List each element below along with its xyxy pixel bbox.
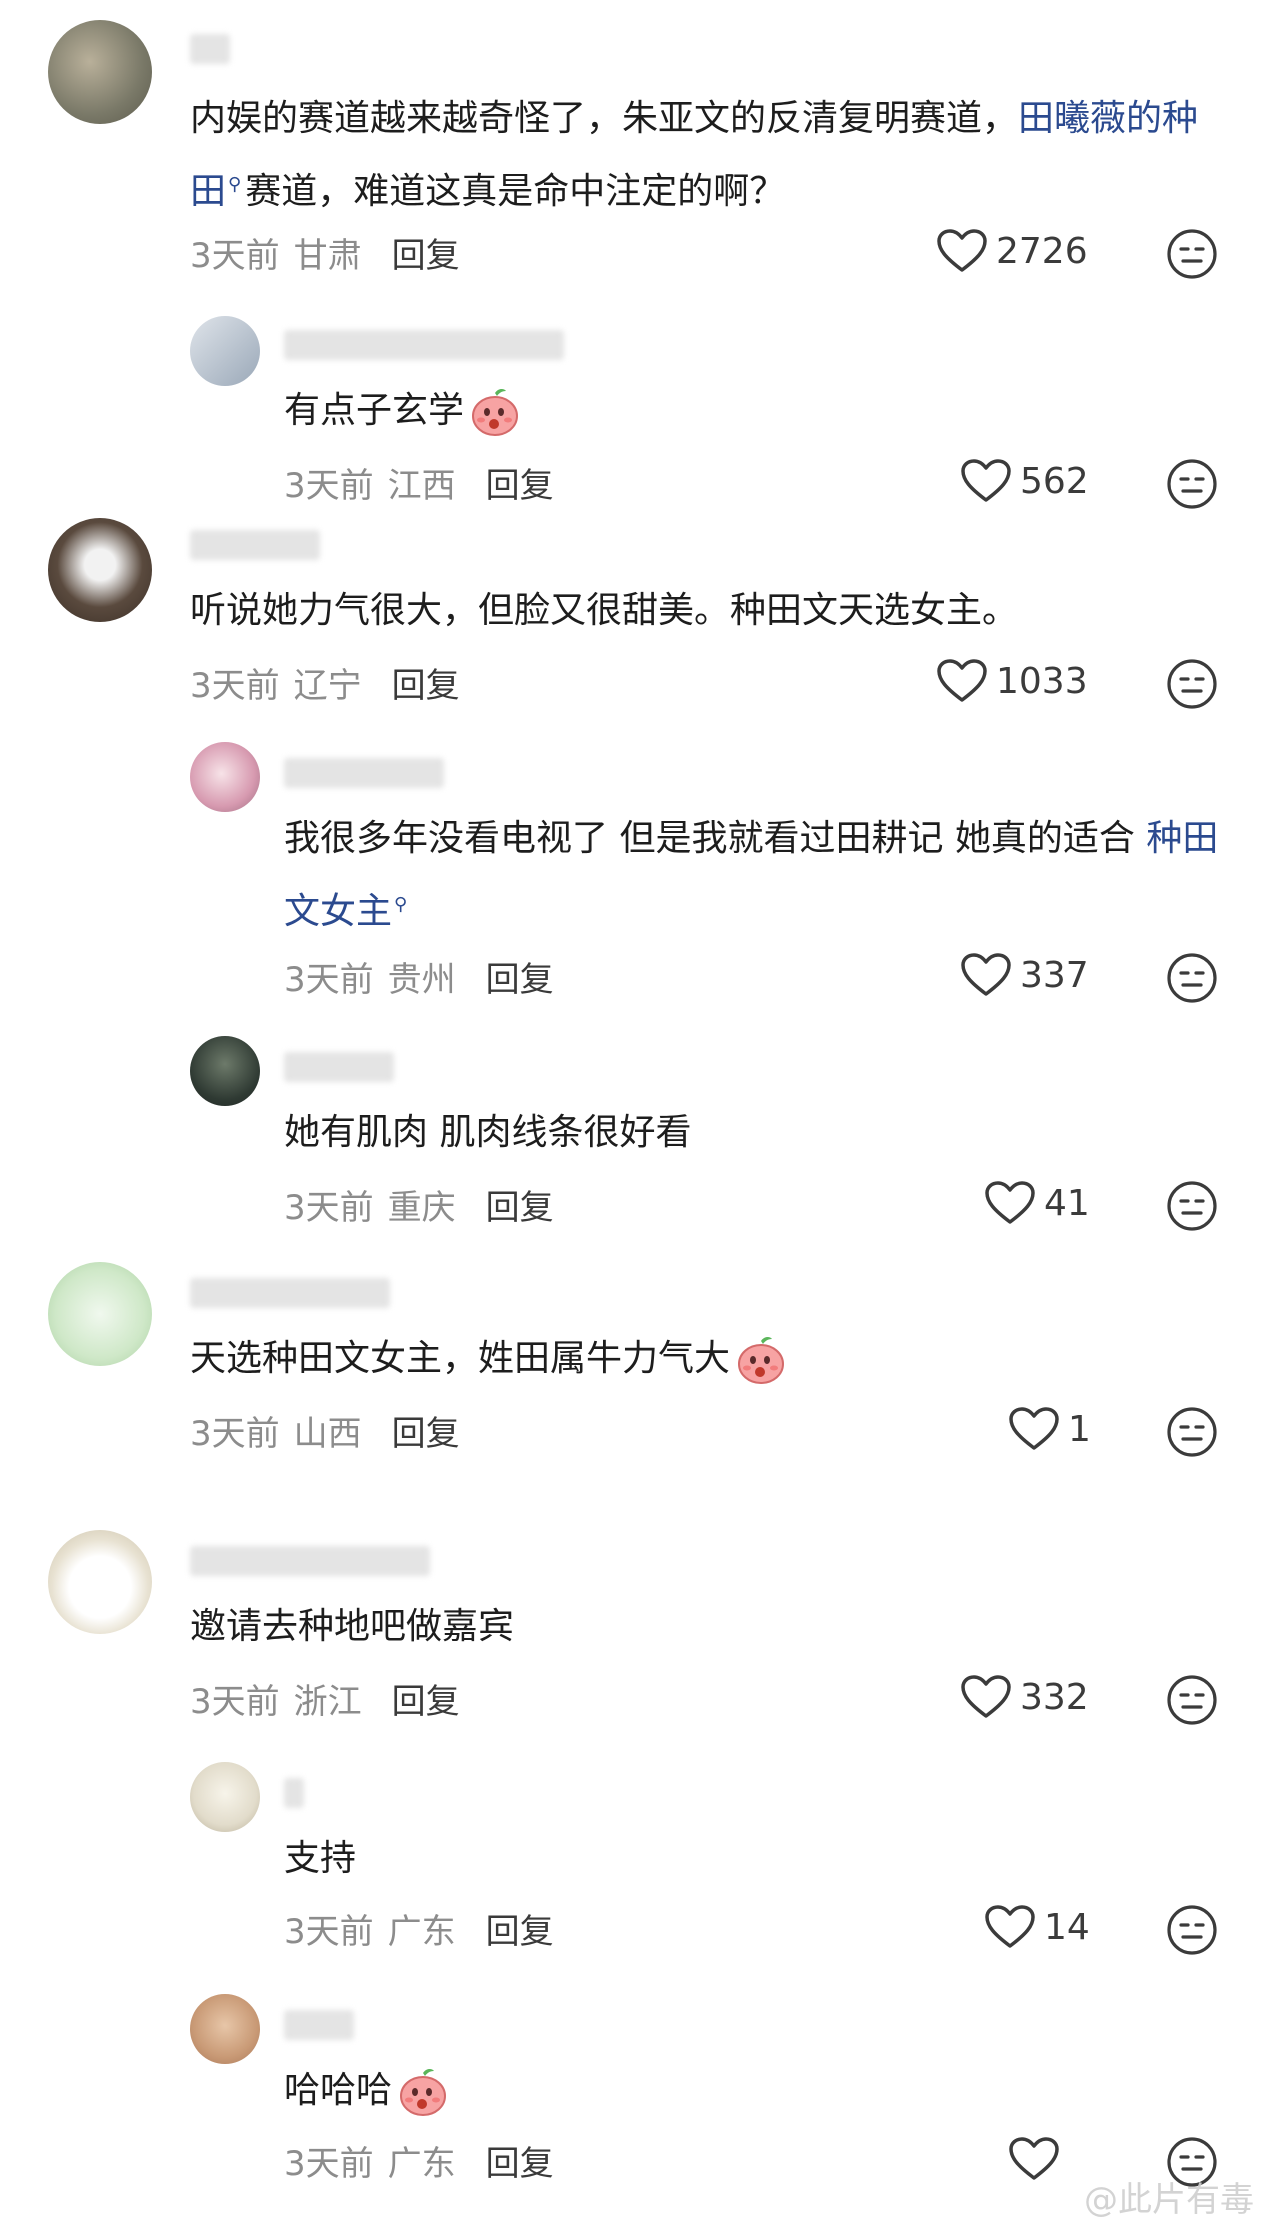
comment-meta: 3天前 辽宁 回复 — [190, 666, 460, 706]
neutral-face-icon[interactable] — [1166, 1904, 1218, 1956]
like-count: 41 — [1044, 1182, 1090, 1224]
like-button[interactable]: 1033 — [936, 658, 1088, 704]
comment-meta: 3天前 甘肃 回复 — [190, 236, 460, 276]
username[interactable] — [190, 1278, 390, 1308]
reply-button[interactable]: 回复 — [392, 666, 460, 706]
neutral-face-icon[interactable] — [1166, 1674, 1218, 1726]
reply-button[interactable]: 回复 — [486, 1188, 554, 1228]
avatar[interactable] — [190, 1762, 260, 1832]
like-count: 1 — [1068, 1408, 1091, 1450]
username[interactable] — [284, 1052, 394, 1082]
avatar[interactable] — [48, 1530, 152, 1634]
comment-meta: 3天前 贵州 回复 — [284, 960, 554, 1000]
avatar[interactable] — [48, 518, 152, 622]
like-button[interactable]: 562 — [960, 458, 1089, 504]
avatar[interactable] — [190, 316, 260, 386]
heart-outline-icon — [936, 228, 988, 274]
comment-text: 有点子玄学 — [284, 378, 1224, 444]
like-count: 14 — [1044, 1906, 1090, 1948]
like-button[interactable]: 1 — [1008, 1406, 1091, 1452]
comment-text: 我很多年没看电视了 但是我就看过田耕记 她真的适合 种田文女主 ⚲ — [284, 806, 1224, 945]
like-count: 562 — [1020, 460, 1089, 502]
like-button[interactable] — [1008, 2136, 1068, 2182]
heart-outline-icon — [1008, 1406, 1060, 1452]
avatar[interactable] — [190, 742, 260, 812]
like-button[interactable]: 337 — [960, 952, 1089, 998]
heart-outline-icon — [960, 458, 1012, 504]
avatar[interactable] — [190, 1994, 260, 2064]
like-button[interactable]: 2726 — [936, 228, 1088, 274]
username[interactable] — [284, 2010, 354, 2040]
neutral-face-icon[interactable] — [1166, 658, 1218, 710]
neutral-face-icon[interactable] — [1166, 458, 1218, 510]
heart-outline-icon — [936, 658, 988, 704]
username[interactable] — [190, 34, 230, 64]
neutral-face-icon[interactable] — [1166, 1180, 1218, 1232]
heart-outline-icon — [960, 952, 1012, 998]
reply-button[interactable]: 回复 — [486, 960, 554, 1000]
reply-button[interactable]: 回复 — [392, 1682, 460, 1722]
reply-button[interactable]: 回复 — [392, 1414, 460, 1454]
avatar[interactable] — [48, 20, 152, 124]
peach-emoji-icon — [734, 1333, 788, 1387]
comment-meta: 3天前 广东 回复 — [284, 2144, 554, 2184]
username[interactable] — [190, 530, 320, 560]
heart-outline-icon — [984, 1904, 1036, 1950]
username[interactable] — [284, 758, 444, 788]
heart-outline-icon — [1008, 2136, 1060, 2182]
like-count: 337 — [1020, 954, 1089, 996]
comment-meta: 3天前 广东 回复 — [284, 1912, 554, 1952]
comment-text: 听说她力气很大，但脸又很甜美。种田文天选女主。 — [190, 590, 1019, 631]
peach-emoji-icon — [468, 385, 522, 439]
like-count: 1033 — [996, 660, 1088, 702]
watermark: @此片有毒 — [1084, 2180, 1254, 2220]
heart-outline-icon — [960, 1674, 1012, 1720]
avatar[interactable] — [48, 1262, 152, 1366]
like-button[interactable]: 14 — [984, 1904, 1090, 1950]
comment-meta: 3天前 江西 回复 — [284, 466, 554, 506]
comment-meta: 3天前 重庆 回复 — [284, 1188, 554, 1228]
avatar[interactable] — [190, 1036, 260, 1106]
neutral-face-icon[interactable] — [1166, 1406, 1218, 1458]
reply-button[interactable]: 回复 — [486, 466, 554, 506]
neutral-face-icon[interactable] — [1166, 228, 1218, 280]
like-button[interactable]: 332 — [960, 1674, 1089, 1720]
username[interactable] — [190, 1546, 430, 1576]
search-icon[interactable]: ⚲ — [394, 872, 407, 938]
comment-text: 内娱的赛道越来越奇怪了，朱亚文的反清复明赛道，田曦薇的种田 ⚲ 赛道，难道这真是命中… — [190, 86, 1230, 225]
username[interactable] — [284, 1778, 304, 1808]
peach-emoji-icon — [396, 2065, 450, 2119]
neutral-face-icon[interactable] — [1166, 952, 1218, 1004]
like-count: 2726 — [996, 230, 1088, 272]
comment-text: 支持 — [284, 1838, 357, 1879]
search-icon[interactable]: ⚲ — [228, 152, 241, 218]
comment-text: 哈哈哈 — [284, 2058, 1224, 2124]
comment-text: 邀请去种地吧做嘉宾 — [190, 1606, 515, 1647]
comment-text: 天选种田文女主，姓田属牛力气大 — [190, 1326, 1230, 1392]
comment-meta: 3天前 浙江 回复 — [190, 1682, 460, 1722]
heart-outline-icon — [984, 1180, 1036, 1226]
reply-button[interactable]: 回复 — [392, 236, 460, 276]
like-count: 332 — [1020, 1676, 1089, 1718]
comment-text: 她有肌肉 肌肉线条很好看 — [284, 1112, 692, 1153]
reply-button[interactable]: 回复 — [486, 1912, 554, 1952]
username[interactable] — [284, 330, 564, 360]
comment-meta: 3天前 山西 回复 — [190, 1414, 460, 1454]
reply-button[interactable]: 回复 — [486, 2144, 554, 2184]
like-button[interactable]: 41 — [984, 1180, 1090, 1226]
